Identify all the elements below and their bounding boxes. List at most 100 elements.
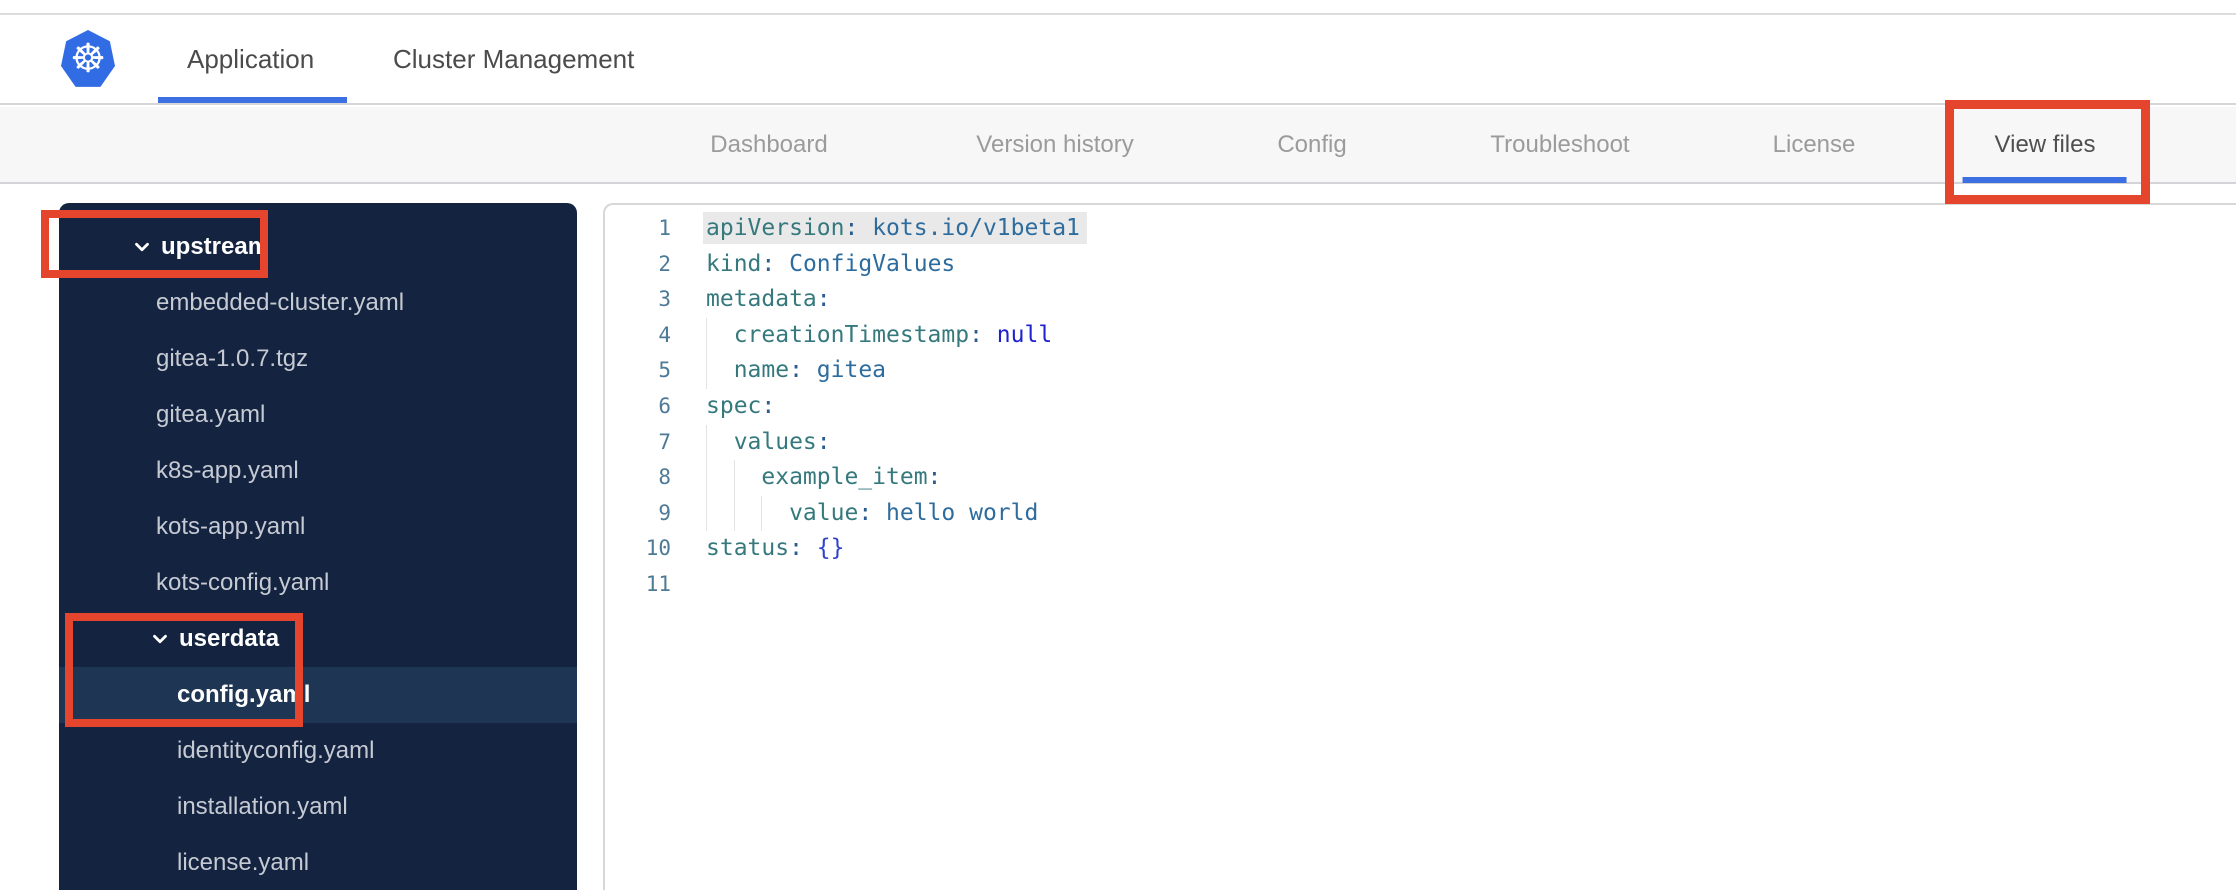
- file-tree-item-gitea-yaml[interactable]: gitea.yaml: [59, 387, 577, 443]
- code-line: apiVersion: kots.io/v1beta1: [703, 211, 1087, 247]
- token-colon: :: [927, 464, 942, 491]
- tab-application[interactable]: Application: [158, 15, 348, 103]
- file-label: config.yaml: [177, 681, 311, 708]
- tab-troubleshoot[interactable]: Troubleshoot: [1490, 107, 1629, 182]
- code-line: values:: [706, 424, 1087, 461]
- token-key: kind: [706, 250, 762, 277]
- code-line: status: {}: [706, 531, 1087, 567]
- app-header: ☸ Application Cluster Management: [0, 15, 2236, 105]
- file-tree-item-gitea-1-0-7-tgz[interactable]: gitea-1.0.7.tgz: [59, 331, 577, 387]
- line-number-gutter: 1 2 3 4 5 6 7 8 9 10 11: [605, 211, 671, 890]
- kubernetes-logo-icon: ☸: [61, 30, 115, 87]
- active-line-highlight: apiVersion: kots.io/v1beta1: [703, 212, 1087, 244]
- token-key: spec: [706, 392, 762, 419]
- file-label: kots-config.yaml: [156, 569, 330, 596]
- code-line: creationTimestamp: null: [706, 317, 1087, 354]
- file-label: kots-app.yaml: [156, 513, 306, 540]
- indent-guide: [706, 317, 734, 354]
- line-number: 2: [658, 251, 671, 276]
- file-label: k8s-app.yaml: [156, 457, 299, 484]
- file-tree-item-config-yaml[interactable]: config.yaml: [59, 667, 577, 723]
- file-tree-sidebar: upstream embedded-cluster.yaml gitea-1.0.7…: [59, 203, 577, 890]
- code-pane: apiVersion: kots.io/v1beta1 kind: ConfigV…: [703, 211, 1087, 890]
- tab-label: Config: [1277, 130, 1347, 158]
- file-tree-item-embedded-cluster-yaml[interactable]: embedded-cluster.yaml: [59, 275, 577, 331]
- token-value: ConfigValues: [789, 250, 956, 277]
- tab-version-history[interactable]: Version history: [976, 107, 1133, 182]
- line-number: 9: [658, 500, 671, 525]
- tab-dashboard[interactable]: Dashboard: [710, 107, 827, 182]
- chevron-down-icon[interactable]: [131, 236, 153, 258]
- indent-guide: [706, 495, 734, 532]
- chevron-down-icon[interactable]: [149, 628, 171, 650]
- token-key: apiVersion: [706, 215, 845, 241]
- token-value: kots.io/v1beta1: [872, 215, 1080, 241]
- line-number: 8: [658, 465, 671, 490]
- app-subnav: Dashboard Version history Config Troublesho…: [0, 107, 2236, 184]
- token-brace: {}: [816, 535, 845, 562]
- token-colon: :: [858, 499, 887, 526]
- token-colon: :: [761, 392, 776, 419]
- token-key: status: [706, 535, 790, 562]
- indent-guide: [761, 495, 789, 532]
- active-tab-underline: [1963, 177, 2127, 183]
- line-number: 11: [645, 571, 671, 596]
- file-tree-item-userdata[interactable]: userdata: [59, 611, 577, 667]
- line-number: 7: [658, 429, 671, 454]
- file-tree-item-installation-yaml[interactable]: installation.yaml: [59, 779, 577, 835]
- tab-cluster-management[interactable]: Cluster Management: [393, 15, 634, 103]
- token-colon: :: [969, 321, 997, 348]
- token-value: hello world: [886, 499, 1039, 526]
- file-label: embedded-cluster.yaml: [156, 289, 405, 316]
- tab-label: Troubleshoot: [1490, 130, 1630, 158]
- token-key: creationTimestamp: [733, 321, 970, 348]
- file-label: gitea-1.0.7.tgz: [156, 345, 309, 372]
- code-line: value: hello world: [706, 495, 1087, 532]
- line-number: 5: [658, 358, 671, 383]
- token-colon: :: [844, 215, 873, 241]
- file-tree-item-upstream[interactable]: upstream: [59, 219, 577, 275]
- indent-guide: [733, 460, 762, 496]
- file-tree-item-kots-app-yaml[interactable]: kots-app.yaml: [59, 499, 577, 555]
- token-key: values: [733, 428, 817, 455]
- tab-label: License: [1772, 130, 1856, 158]
- file-label: license.yaml: [177, 849, 310, 876]
- active-tab-underline: [158, 97, 348, 103]
- code-line: kind: ConfigValues: [706, 247, 1087, 283]
- code-line: name: gitea: [706, 353, 1087, 389]
- line-number: 3: [658, 287, 671, 312]
- file-tree-item-identityconfig-yaml[interactable]: identityconfig.yaml: [59, 723, 577, 779]
- folder-label: userdata: [179, 625, 280, 652]
- line-number: 6: [658, 393, 671, 418]
- tab-label: View files: [1994, 130, 2096, 158]
- line-number: 10: [645, 536, 671, 561]
- indent-guide: [706, 424, 734, 461]
- file-tree-item-kots-config-yaml[interactable]: kots-config.yaml: [59, 555, 577, 611]
- file-label: installation.yaml: [177, 793, 348, 820]
- token-colon: :: [816, 428, 831, 455]
- token-key: metadata: [706, 286, 817, 313]
- line-number: 1: [658, 216, 671, 240]
- line-number: 4: [658, 322, 671, 347]
- token-colon: :: [789, 357, 817, 384]
- token-value: gitea: [816, 357, 887, 384]
- token-key: name: [733, 357, 790, 384]
- indent-guide: [733, 495, 762, 532]
- file-label: gitea.yaml: [156, 401, 266, 428]
- file-tree-item-k8s-app-yaml[interactable]: k8s-app.yaml: [59, 443, 577, 499]
- token-colon: :: [789, 535, 817, 562]
- tab-label: Application: [187, 43, 315, 74]
- tab-label: Version history: [976, 130, 1134, 158]
- token-colon: :: [761, 250, 790, 277]
- tab-license[interactable]: License: [1773, 107, 1856, 182]
- code-editor[interactable]: 1 2 3 4 5 6 7 8 9 10 11 apiVersion: kots.io/v1beta…: [603, 203, 2236, 890]
- file-tree-item-license-yaml[interactable]: license.yaml: [59, 835, 577, 890]
- token-colon: :: [816, 286, 831, 313]
- tab-view-files[interactable]: View files: [1963, 107, 2127, 183]
- tab-label: Dashboard: [710, 130, 828, 158]
- token-null: null: [996, 321, 1053, 348]
- code-line: metadata:: [706, 282, 1087, 318]
- tab-config[interactable]: Config: [1277, 107, 1346, 182]
- token-key: example_item: [761, 464, 928, 491]
